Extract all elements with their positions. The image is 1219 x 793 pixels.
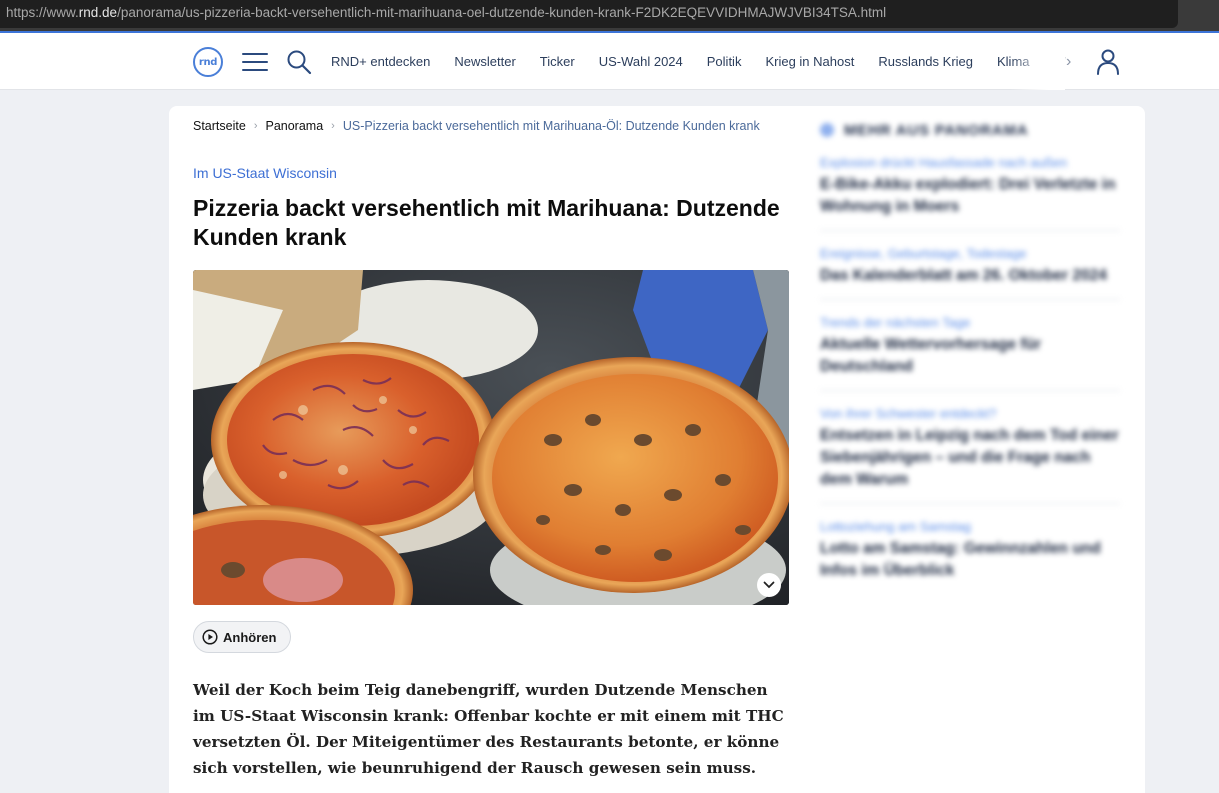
search-icon[interactable] [286, 49, 312, 75]
article-hero-image[interactable] [193, 270, 789, 605]
image-caption-expand-button[interactable] [757, 573, 781, 597]
address-field[interactable]: https://www.rnd.de/panorama/us-pizzeria-… [0, 0, 1178, 28]
nav-fade-overlay [1010, 33, 1065, 90]
browser-url-bar: https://www.rnd.de/panorama/us-pizzeria-… [0, 0, 1219, 33]
nav-link-nahost[interactable]: Krieg in Nahost [765, 54, 854, 69]
sidebar-teaser-title: Das Kalenderblatt am 26. Oktober 2024 [820, 267, 1107, 284]
url-path: /panorama/us-pizzeria-backt-versehentlic… [117, 5, 887, 20]
sidebar-teaser[interactable]: Trends der nächsten Tage Aktuelle Wetter… [820, 300, 1120, 391]
site-header: rnd RND+ entdecken Newsletter Ticker US-… [0, 33, 1219, 90]
url-host: rnd.de [78, 5, 118, 20]
sidebar-more-panorama: MEHR AUS PANORAMA Explosion drückt Hausf… [820, 118, 1120, 594]
nav-link-ticker[interactable]: Ticker [540, 54, 575, 69]
sidebar-teaser-title: Entsetzen in Leipzig nach dem Tod einer … [820, 427, 1119, 488]
nav-link-us-wahl[interactable]: US-Wahl 2024 [599, 54, 683, 69]
breadcrumb-current: US-Pizzeria backt versehentlich mit Mari… [342, 119, 760, 133]
article-headline: Pizzeria backt versehentlich mit Marihua… [193, 195, 780, 250]
sidebar-teaser[interactable]: Von ihrer Schwester entdeckt? Entsetzen … [820, 391, 1120, 504]
sidebar-teaser-kicker: Von ihrer Schwester entdeckt? [820, 406, 997, 421]
menu-icon[interactable] [242, 53, 268, 71]
sidebar-teaser-kicker: Explosion drückt Hausfassade nach außen [820, 155, 1068, 170]
breadcrumb: Startseite › Panorama › US-Pizzeria back… [193, 119, 760, 133]
sidebar-heading: MEHR AUS PANORAMA [820, 118, 1120, 142]
logo-text: rnd [198, 56, 218, 68]
nav-scroll-right-icon[interactable]: › [1066, 53, 1071, 71]
play-icon [202, 629, 218, 645]
nav-link-russland[interactable]: Russlands Krieg [878, 54, 973, 69]
breadcrumb-home[interactable]: Startseite [193, 119, 246, 133]
breadcrumb-panorama[interactable]: Panorama [265, 119, 323, 133]
article-lead: Weil der Koch beim Teig danebengriff, wu… [193, 681, 784, 777]
chevron-down-icon [763, 581, 775, 589]
user-account-icon[interactable] [1096, 49, 1120, 75]
sidebar-teaser-title: Lotto am Samstag: Gewinnzahlen und Infos… [820, 540, 1101, 579]
rnd-logo[interactable]: rnd [193, 47, 223, 77]
main-nav: RND+ entdecken Newsletter Ticker US-Wahl… [331, 33, 1066, 90]
nav-link-rnd-plus[interactable]: RND+ entdecken [331, 54, 430, 69]
nav-link-newsletter[interactable]: Newsletter [454, 54, 515, 69]
sidebar-teaser-kicker: Ereignisse, Geburtstage, Todestage [820, 246, 1027, 261]
sidebar-teaser[interactable]: Lottoziehung am Samstag Lotto am Samstag… [820, 504, 1120, 594]
breadcrumb-separator: › [253, 120, 258, 132]
url-prefix: https://www. [6, 5, 79, 20]
breadcrumb-separator: › [331, 120, 335, 132]
sidebar-teaser[interactable]: Explosion drückt Hausfassade nach außen … [820, 142, 1120, 231]
sidebar-teaser-title: Aktuelle Wettervorhersage für Deutschlan… [820, 336, 1042, 375]
listen-label: Anhören [223, 629, 277, 645]
sidebar-teaser[interactable]: Ereignisse, Geburtstage, Todestage Das K… [820, 231, 1120, 300]
sidebar-heading-text: MEHR AUS PANORAMA [844, 121, 1029, 139]
sidebar-teaser-kicker: Trends der nächsten Tage [820, 315, 971, 330]
sidebar-teaser-kicker: Lottoziehung am Samstag [820, 519, 972, 534]
url-text[interactable]: https://www.rnd.de/panorama/us-pizzeria-… [6, 5, 886, 20]
nav-link-politik[interactable]: Politik [707, 54, 742, 69]
listen-button[interactable]: Anhören [193, 621, 292, 653]
section-dot-icon [820, 123, 834, 137]
article-kicker: Im US-Staat Wisconsin [193, 165, 337, 181]
sidebar-teaser-title: E-Bike-Akku explodiert: Drei Verletzte i… [820, 176, 1116, 215]
